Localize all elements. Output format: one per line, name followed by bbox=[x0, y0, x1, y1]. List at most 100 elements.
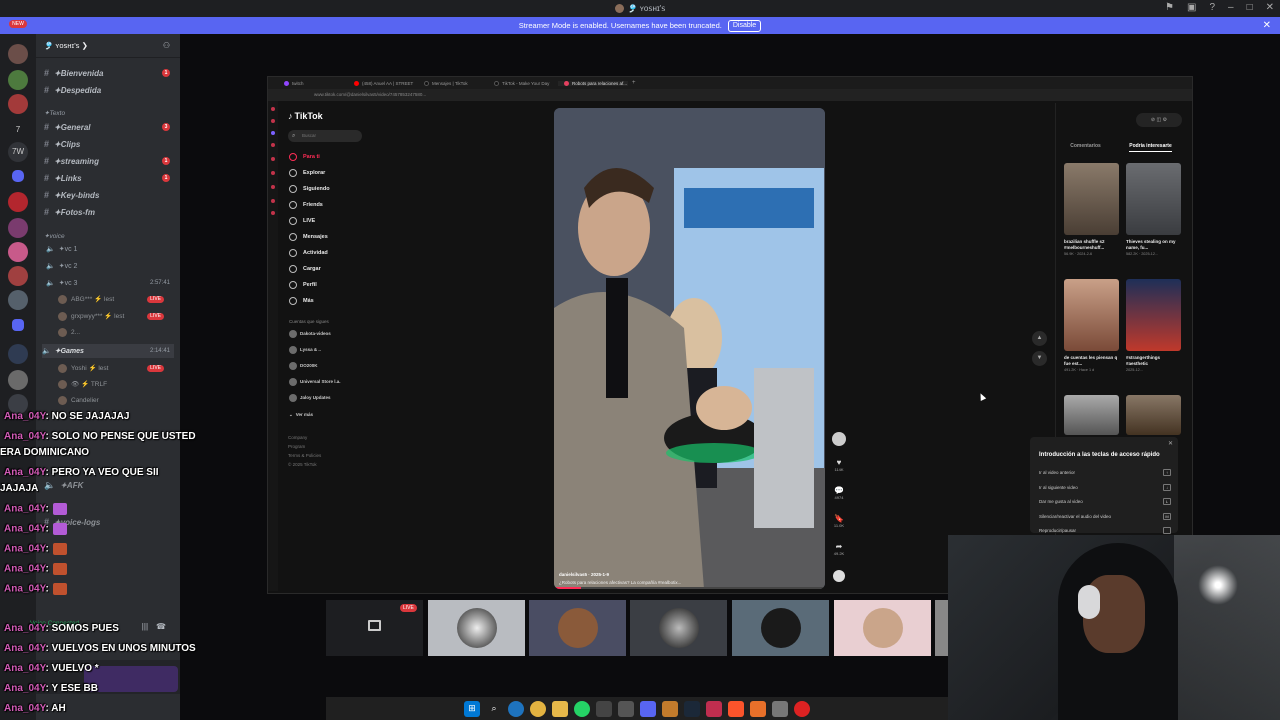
browser-tab[interactable]: Mensajes | TikTok bbox=[418, 80, 488, 86]
category-voice[interactable]: ✦voice bbox=[44, 232, 65, 240]
server-icon[interactable] bbox=[8, 94, 28, 114]
noise-suppression-icon[interactable]: ||| bbox=[142, 622, 148, 631]
window-icon[interactable]: ▣ bbox=[1187, 2, 1196, 13]
tiktok-video[interactable]: danielsilvas5 · 2025-1-9 ¿Robots para re… bbox=[554, 108, 825, 589]
app-icon[interactable] bbox=[772, 700, 788, 717]
stream-tile[interactable] bbox=[834, 600, 931, 656]
close-icon[interactable]: ✕ bbox=[1168, 440, 1173, 447]
browser-tab-active[interactable]: Robots para relaciones af... bbox=[558, 80, 628, 86]
stream-tile[interactable] bbox=[630, 600, 727, 656]
server-icon[interactable] bbox=[8, 70, 28, 90]
maximize-icon[interactable]: □ bbox=[1247, 2, 1253, 13]
edge-icon[interactable] bbox=[508, 700, 524, 717]
voice-user[interactable]: ABG*** ⚡ lest LIVE bbox=[58, 292, 172, 306]
channel-links[interactable]: # ✦Links 1 bbox=[44, 170, 174, 186]
comment-button[interactable]: 💬 4974 bbox=[831, 486, 847, 500]
close-banner-icon[interactable]: ✕ bbox=[1263, 20, 1271, 31]
voice-channel-vc2[interactable]: 🔈 ✦vc 2 bbox=[46, 259, 174, 273]
tiktok-nav-friends[interactable]: Friends bbox=[289, 199, 323, 211]
video-progress[interactable] bbox=[554, 587, 825, 589]
followed-account[interactable]: Dakota-videos bbox=[289, 328, 331, 339]
server-icon[interactable] bbox=[8, 266, 28, 286]
tiktok-nav-explorar[interactable]: Explorar bbox=[289, 167, 325, 179]
steam-icon[interactable] bbox=[684, 700, 700, 717]
sidebar-icon[interactable] bbox=[271, 143, 275, 147]
server-label[interactable]: 7 bbox=[8, 120, 28, 140]
followed-account[interactable]: Lyssa & .. bbox=[289, 344, 321, 355]
browser-tab[interactable]: TikTok - Make Your Day bbox=[488, 80, 558, 86]
sidebar-icon[interactable] bbox=[271, 171, 275, 175]
tab-comentarios[interactable]: Comentarios bbox=[1070, 143, 1101, 152]
voice-channel-games[interactable]: 🔈 ✦Games 2:14:41 bbox=[42, 344, 174, 358]
folder-icon[interactable] bbox=[12, 170, 24, 182]
whatsapp-icon[interactable] bbox=[574, 700, 590, 717]
chrome-icon[interactable] bbox=[530, 700, 546, 717]
tiktok-search-input[interactable]: ⌕ Buscar bbox=[288, 130, 362, 142]
music-disc[interactable] bbox=[831, 570, 847, 582]
sidebar-icon[interactable] bbox=[271, 157, 275, 161]
server-icon[interactable] bbox=[8, 290, 28, 310]
discord-icon[interactable] bbox=[640, 700, 656, 717]
server-header[interactable]: 🎐 ʏᴏꜱʜɪ'ꜱ ❯ ⚇ bbox=[36, 34, 180, 58]
browser-tab[interactable]: twitch bbox=[278, 80, 348, 86]
tiktok-nav-siguiendo[interactable]: Siguiendo bbox=[289, 183, 330, 195]
voice-user[interactable]: grxpwyy*** ⚡ lest LIVE bbox=[58, 309, 172, 323]
tiktok-nav-live[interactable]: LIVE bbox=[289, 215, 315, 227]
stream-tile[interactable] bbox=[732, 600, 829, 656]
channel-bienvenida[interactable]: # ✦Bienvenida 1 bbox=[44, 65, 174, 81]
sidebar-icon[interactable] bbox=[271, 119, 275, 123]
footer-link[interactable]: Program bbox=[288, 444, 305, 449]
app-icon[interactable] bbox=[750, 700, 766, 717]
suggestion-thumbnail[interactable] bbox=[1126, 395, 1181, 435]
followed-account[interactable]: Jaloy Updates bbox=[289, 392, 331, 403]
channel-fotos-fm[interactable]: # ✦Fotos-fm bbox=[44, 204, 174, 220]
close-icon[interactable]: ✕ bbox=[1266, 2, 1274, 13]
channel-key-binds[interactable]: # ✦Key-binds bbox=[44, 187, 174, 203]
tiktok-nav-actividad[interactable]: Actividad bbox=[289, 247, 328, 259]
suggestion-thumbnail[interactable] bbox=[1126, 279, 1181, 351]
followed-account[interactable]: Universal Store l.a. bbox=[289, 376, 341, 387]
app-icon[interactable] bbox=[618, 700, 634, 717]
server-icon[interactable] bbox=[8, 192, 28, 212]
channel-streaming[interactable]: # ✦streaming 1 bbox=[44, 153, 174, 169]
disable-streamer-mode-button[interactable]: Disable bbox=[727, 19, 762, 32]
sidebar-icon[interactable] bbox=[271, 131, 275, 135]
app-icon[interactable] bbox=[706, 700, 722, 717]
server-icon[interactable] bbox=[8, 218, 28, 238]
sidebar-icon[interactable] bbox=[271, 185, 275, 189]
suggestion-thumbnail[interactable] bbox=[1064, 279, 1119, 351]
server-label[interactable]: 7W bbox=[8, 142, 28, 162]
add-member-icon[interactable]: ⚇ bbox=[163, 41, 170, 50]
stream-tile[interactable] bbox=[529, 600, 626, 656]
followed-account[interactable]: DO200K bbox=[289, 360, 318, 371]
brave-icon[interactable] bbox=[728, 700, 744, 717]
tiktok-nav-mas[interactable]: Más bbox=[289, 295, 314, 307]
folder-icon[interactable] bbox=[552, 700, 568, 717]
minimize-icon[interactable]: – bbox=[1228, 2, 1234, 13]
search-icon[interactable]: ⌕ bbox=[486, 701, 502, 717]
app-icon[interactable] bbox=[662, 700, 678, 717]
start-icon[interactable]: ⊞ bbox=[464, 700, 480, 717]
channel-afk[interactable]: 🔈 ✦AFK bbox=[44, 477, 174, 493]
share-button[interactable]: ➦ 49.2K bbox=[831, 542, 847, 556]
server-icon[interactable] bbox=[8, 44, 28, 64]
like-button[interactable]: ♥ 114K bbox=[831, 458, 847, 472]
channel-clips[interactable]: # ✦Clips bbox=[44, 136, 174, 152]
server-icon[interactable] bbox=[8, 370, 28, 390]
stream-tile[interactable] bbox=[935, 600, 948, 656]
suggestion-thumbnail[interactable] bbox=[1126, 163, 1181, 235]
channel-general[interactable]: # ✦General 3 bbox=[44, 119, 174, 135]
tiktok-nav-cargar[interactable]: Cargar bbox=[289, 263, 321, 275]
voice-channel-vc1[interactable]: 🔈 ✦vc 1 bbox=[46, 242, 174, 256]
voice-user[interactable]: 2... bbox=[58, 325, 172, 339]
browser-tab[interactable]: (458) Anuel AA | STREET bbox=[348, 80, 418, 86]
server-icon[interactable] bbox=[8, 242, 28, 262]
folder-icon[interactable] bbox=[12, 319, 24, 331]
suggestion-thumbnail[interactable] bbox=[1064, 395, 1119, 435]
tiktok-nav-para-ti[interactable]: Para ti bbox=[289, 151, 320, 163]
footer-link[interactable]: Terms & Policies bbox=[288, 453, 321, 458]
tiktok-nav-mensajes[interactable]: Mensajes bbox=[289, 231, 328, 243]
see-more-link[interactable]: ⌄ Ver más bbox=[289, 409, 313, 420]
channel-despedida[interactable]: # ✦Despedida bbox=[44, 82, 174, 98]
tiktok-nav-perfil[interactable]: Perfil bbox=[289, 279, 317, 291]
